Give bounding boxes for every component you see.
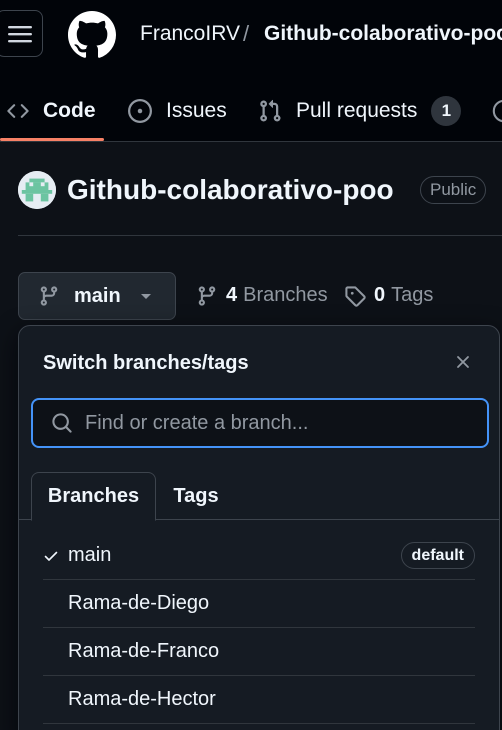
branch-name: Rama-de-Hector (68, 688, 216, 710)
tab-issues-label: Issues (166, 99, 227, 122)
search-icon (51, 412, 73, 434)
repo-nav-tabs: Code Issues Pull requests 1 (0, 82, 502, 142)
branch-item-rama-de-diego[interactable]: Rama-de-Diego (43, 580, 475, 628)
tab-code[interactable]: Code (7, 82, 96, 140)
default-branch-badge: default (400, 542, 475, 569)
branch-switcher-dropdown: Switch branches/tags Branches Tags main … (18, 325, 500, 730)
owner-avatar[interactable] (18, 171, 56, 209)
check-icon (43, 548, 68, 564)
git-branch-icon (38, 285, 60, 307)
tags-count: 0 (374, 284, 386, 306)
app-header: FrancoIRV / Github-colaborativo-poo Code… (0, 0, 502, 142)
branch-name: Rama-de-Franco (68, 640, 220, 662)
visibility-badge: Public (420, 176, 487, 204)
divider (18, 235, 502, 236)
pull-requests-count-badge: 1 (431, 96, 462, 126)
close-icon[interactable] (455, 354, 471, 370)
tab-pull-requests-label: Pull requests (296, 99, 418, 122)
branch-select-button[interactable]: main (18, 272, 176, 320)
branch-search-field[interactable] (31, 398, 489, 448)
breadcrumb-owner-link[interactable]: FrancoIRV (140, 22, 240, 46)
branches-count-link[interactable]: 4 Branches (196, 284, 328, 307)
branch-name: main (68, 544, 112, 566)
active-tab-indicator (0, 138, 104, 141)
github-logo-icon[interactable] (68, 11, 116, 59)
tags-label: Tags (391, 284, 434, 306)
current-branch-label: main (74, 284, 121, 307)
repo-title[interactable]: Github-colaborativo-poo (67, 174, 394, 206)
branch-search-input[interactable] (85, 411, 465, 435)
tab-issues[interactable]: Issues (128, 82, 227, 140)
branch-item-rama-de-franco[interactable]: Rama-de-Franco (43, 628, 475, 676)
dropdown-title: Switch branches/tags (43, 352, 249, 374)
branch-tag-tabs: Branches Tags (19, 472, 499, 521)
tag-icon (344, 285, 366, 307)
breadcrumb-separator: / (243, 21, 250, 46)
tab-tags[interactable]: Tags (156, 472, 236, 520)
branch-item-main[interactable]: main default (43, 532, 475, 580)
branch-list: main default Rama-de-Diego Rama-de-Franc… (19, 532, 499, 724)
git-pull-request-icon (258, 99, 282, 123)
branches-count: 4 (226, 284, 238, 306)
triangle-down-icon (139, 291, 153, 301)
overflow-tab-icon[interactable] (492, 82, 502, 140)
tab-code-label: Code (43, 99, 96, 122)
breadcrumb-repo-link[interactable]: Github-colaborativo-poo (264, 22, 502, 46)
tags-count-link[interactable]: 0 Tags (344, 284, 433, 307)
branches-label: Branches (243, 284, 328, 306)
git-branch-icon (196, 285, 218, 307)
code-icon (7, 100, 29, 122)
branch-name: Rama-de-Diego (68, 592, 210, 614)
issue-opened-icon (128, 99, 152, 123)
hamburger-icon (7, 24, 32, 44)
tab-pull-requests[interactable]: Pull requests 1 (258, 82, 462, 140)
branch-item-rama-de-hector[interactable]: Rama-de-Hector (43, 676, 475, 724)
tab-branches[interactable]: Branches (31, 472, 156, 521)
menu-button[interactable] (0, 10, 43, 57)
